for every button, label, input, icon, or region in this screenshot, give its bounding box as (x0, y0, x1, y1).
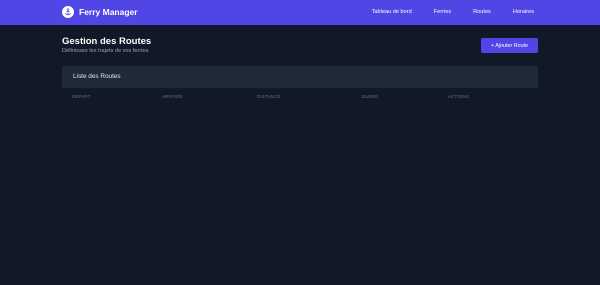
table-header: DÉPART ARRIVÉE DISTANCE DURÉE ACTIONS (62, 94, 538, 102)
column-header-duration: DURÉE (362, 94, 379, 99)
column-header-actions: ACTIONS (448, 94, 469, 99)
anchor-icon (62, 6, 74, 18)
brand-name: Ferry Manager (79, 7, 138, 17)
routes-list-card: Liste des Routes (62, 66, 538, 88)
column-header-departure: DÉPART (72, 94, 91, 99)
page-subtitle: Définissez les trajets de vos ferries (62, 48, 149, 54)
nav-link-ferries[interactable]: Ferries (434, 9, 451, 16)
nav-link-dashboard[interactable]: Tableau de bord (372, 9, 412, 16)
card-title: Liste des Routes (73, 73, 121, 80)
add-route-button[interactable]: + Ajouter Route (481, 38, 538, 53)
column-header-distance: DISTANCE (257, 94, 281, 99)
top-navbar: Ferry Manager Tableau de bord Ferries Ro… (0, 0, 600, 25)
brand[interactable]: Ferry Manager (62, 6, 138, 18)
page-title: Gestion des Routes (62, 36, 152, 47)
nav-link-schedules[interactable]: Horaires (513, 9, 534, 16)
main-nav: Tableau de bord Ferries Routes Horaires (372, 9, 534, 16)
nav-link-routes[interactable]: Routes (473, 9, 491, 16)
column-header-arrival: ARRIVÉE (162, 94, 183, 99)
